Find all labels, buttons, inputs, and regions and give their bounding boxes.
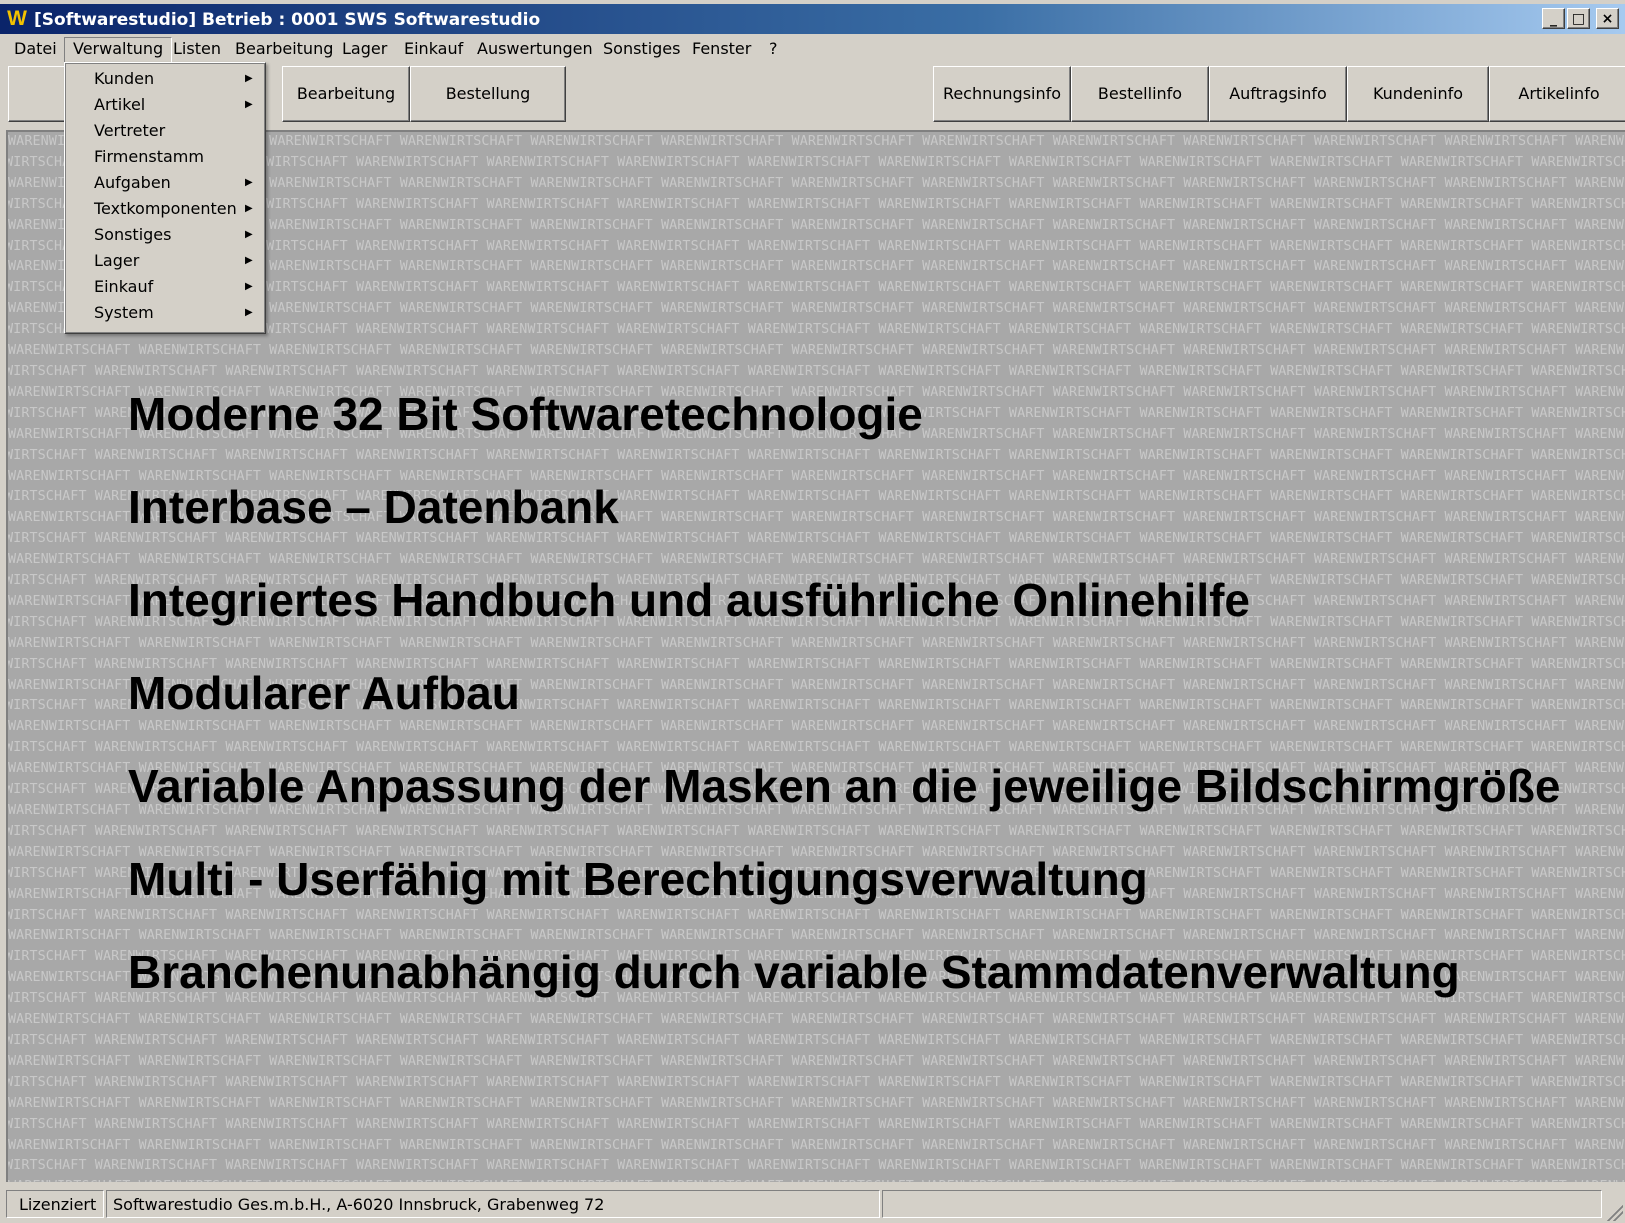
- window-title: [Softwarestudio] Betrieb : 0001 SWS Soft…: [34, 10, 541, 30]
- watermark-line: WARENWIRTSCHAFT WARENWIRTSCHAFT WARENWIR…: [8, 1137, 1625, 1153]
- menu-item-label: Artikel: [94, 95, 146, 114]
- menu-fenster[interactable]: Fenster: [684, 37, 759, 61]
- minimize-button[interactable]: _: [1542, 8, 1565, 29]
- watermark-line: WIRTSCHAFT WARENWIRTSCHAFT WARENWIRTSCHA…: [6, 447, 1625, 463]
- menu-item-label: Kunden: [94, 69, 155, 88]
- menu-verwaltung[interactable]: Verwaltung: [64, 37, 173, 63]
- app-logo-icon[interactable]: W: [6, 8, 28, 30]
- watermark-line: WARENWIRTSCHAFT WARENWIRTSCHAFT WARENWIR…: [8, 552, 1625, 568]
- watermark-line: WIRTSCHAFT WARENWIRTSCHAFT WARENWIRTSCHA…: [6, 1116, 1625, 1132]
- menu-lager[interactable]: Lager: [334, 37, 395, 61]
- submenu-arrow-icon: ▶: [245, 281, 253, 292]
- toolbar-bestellung-button[interactable]: Bestellung: [410, 66, 566, 122]
- menu-item-label: Lager: [94, 251, 140, 270]
- menu-bearbeitung[interactable]: Bearbeitung: [227, 37, 341, 61]
- menu-item-lager[interactable]: Lager ▶: [65, 248, 265, 274]
- menu-item-label: System: [94, 303, 154, 322]
- menu-item-kunden[interactable]: Kunden ▶: [65, 66, 265, 92]
- watermark-line: WIRTSCHAFT WARENWIRTSCHAFT WARENWIRTSCHA…: [6, 1074, 1625, 1090]
- menu-item-label: Firmenstamm: [94, 147, 204, 166]
- feature-text: Modularer Aufbau: [128, 667, 520, 719]
- watermark-line: WARENWIRTSCHAFT WARENWIRTSCHAFT WARENWIR…: [8, 635, 1625, 651]
- watermark-line: WARENWIRTSCHAFT WARENWIRTSCHAFT WARENWIR…: [8, 1053, 1625, 1069]
- window-controls: _ □ ×: [1542, 8, 1619, 29]
- menu-bar: Datei Verwaltung Listen Bearbeitung Lage…: [0, 34, 1625, 64]
- menu-item-label: Textkomponenten: [94, 199, 237, 218]
- toolbar-bearbeitung-button[interactable]: Bearbeitung: [282, 66, 410, 122]
- status-extra: [882, 1190, 1602, 1218]
- submenu-arrow-icon: ▶: [245, 177, 253, 188]
- toolbar-auftragsinfo-button[interactable]: Auftragsinfo: [1209, 66, 1347, 122]
- menu-einkauf[interactable]: Einkauf: [396, 37, 471, 61]
- verwaltung-dropdown-menu: Kunden ▶ Artikel ▶ Vertreter Firmenstamm…: [64, 62, 266, 334]
- submenu-arrow-icon: ▶: [245, 307, 253, 318]
- watermark-line: WARENWIRTSCHAFT WARENWIRTSCHAFT WARENWIR…: [8, 1095, 1625, 1111]
- menu-item-artikel[interactable]: Artikel ▶: [65, 92, 265, 118]
- menu-item-label: Aufgaben: [94, 173, 171, 192]
- feature-text: Branchenunabhängig durch variable Stammd…: [128, 946, 1460, 998]
- watermark-line: WIRTSCHAFT WARENWIRTSCHAFT WARENWIRTSCHA…: [6, 1158, 1625, 1174]
- watermark-line: WARENWIRTSCHAFT WARENWIRTSCHAFT WARENWIR…: [8, 1177, 1625, 1182]
- submenu-arrow-icon: ▶: [245, 99, 253, 110]
- menu-item-label: Vertreter: [94, 121, 166, 140]
- toolbar-rechnungsinfo-button[interactable]: Rechnungsinfo: [933, 66, 1071, 122]
- menu-sonstiges[interactable]: Sonstiges: [595, 37, 688, 61]
- watermark-line: WIRTSCHAFT WARENWIRTSCHAFT WARENWIRTSCHA…: [6, 907, 1625, 923]
- toolbar-kundeninfo-button[interactable]: Kundeninfo: [1347, 66, 1489, 122]
- feature-text: Variable Anpassung der Masken an die jew…: [128, 760, 1561, 812]
- maximize-button[interactable]: □: [1567, 8, 1590, 29]
- menu-item-einkauf[interactable]: Einkauf ▶: [65, 274, 265, 300]
- app-window: W [Softwarestudio] Betrieb : 0001 SWS So…: [0, 0, 1625, 1223]
- submenu-arrow-icon: ▶: [245, 229, 253, 240]
- menu-item-system[interactable]: System ▶: [65, 300, 265, 326]
- submenu-arrow-icon: ▶: [245, 255, 253, 266]
- status-license: Lizenziert: [6, 1190, 104, 1218]
- feature-text: Moderne 32 Bit Softwaretechnologie: [128, 388, 923, 440]
- feature-text: Integriertes Handbuch und ausführliche O…: [128, 574, 1251, 626]
- toolbar-bestellinfo-button[interactable]: Bestellinfo: [1071, 66, 1209, 122]
- submenu-arrow-icon: ▶: [245, 203, 253, 214]
- watermark-line: WIRTSCHAFT WARENWIRTSCHAFT WARENWIRTSCHA…: [6, 740, 1625, 756]
- watermark-line: WARENWIRTSCHAFT WARENWIRTSCHAFT WARENWIR…: [8, 719, 1625, 735]
- close-button[interactable]: ×: [1596, 8, 1619, 29]
- status-company: Softwarestudio Ges.m.b.H., A-6020 Innsbr…: [106, 1190, 880, 1218]
- menu-item-textkomponenten[interactable]: Textkomponenten ▶: [65, 196, 265, 222]
- watermark-line: WARENWIRTSCHAFT WARENWIRTSCHAFT WARENWIR…: [8, 1012, 1625, 1028]
- toolbar-artikelinfo-button[interactable]: Artikelinfo: [1489, 66, 1625, 122]
- feature-text: Multi - Userfähig mit Berechtigungsverwa…: [128, 853, 1148, 905]
- menu-item-vertreter[interactable]: Vertreter: [65, 118, 265, 144]
- menu-datei[interactable]: Datei: [6, 37, 65, 61]
- watermark-line: WIRTSCHAFT WARENWIRTSCHAFT WARENWIRTSCHA…: [6, 363, 1625, 379]
- watermark-line: WIRTSCHAFT WARENWIRTSCHAFT WARENWIRTSCHA…: [6, 1032, 1625, 1048]
- resize-grip-icon[interactable]: [1605, 1203, 1623, 1221]
- menu-help[interactable]: ?: [761, 37, 786, 61]
- submenu-arrow-icon: ▶: [245, 73, 253, 84]
- menu-item-firmenstamm[interactable]: Firmenstamm: [65, 144, 265, 170]
- menu-item-label: Sonstiges: [94, 225, 172, 244]
- status-bar: Lizenziert Softwarestudio Ges.m.b.H., A-…: [0, 1186, 1625, 1223]
- menu-item-label: Einkauf: [94, 277, 154, 296]
- menu-auswertungen[interactable]: Auswertungen: [469, 37, 601, 61]
- menu-item-sonstiges[interactable]: Sonstiges ▶: [65, 222, 265, 248]
- title-bar[interactable]: W [Softwarestudio] Betrieb : 0001 SWS So…: [0, 4, 1625, 34]
- menu-listen[interactable]: Listen: [165, 37, 229, 61]
- watermark-line: WARENWIRTSCHAFT WARENWIRTSCHAFT WARENWIR…: [8, 343, 1625, 359]
- menu-item-aufgaben[interactable]: Aufgaben ▶: [65, 170, 265, 196]
- feature-text: Interbase – Datenbank: [128, 481, 619, 533]
- watermark-line: WIRTSCHAFT WARENWIRTSCHAFT WARENWIRTSCHA…: [6, 823, 1625, 839]
